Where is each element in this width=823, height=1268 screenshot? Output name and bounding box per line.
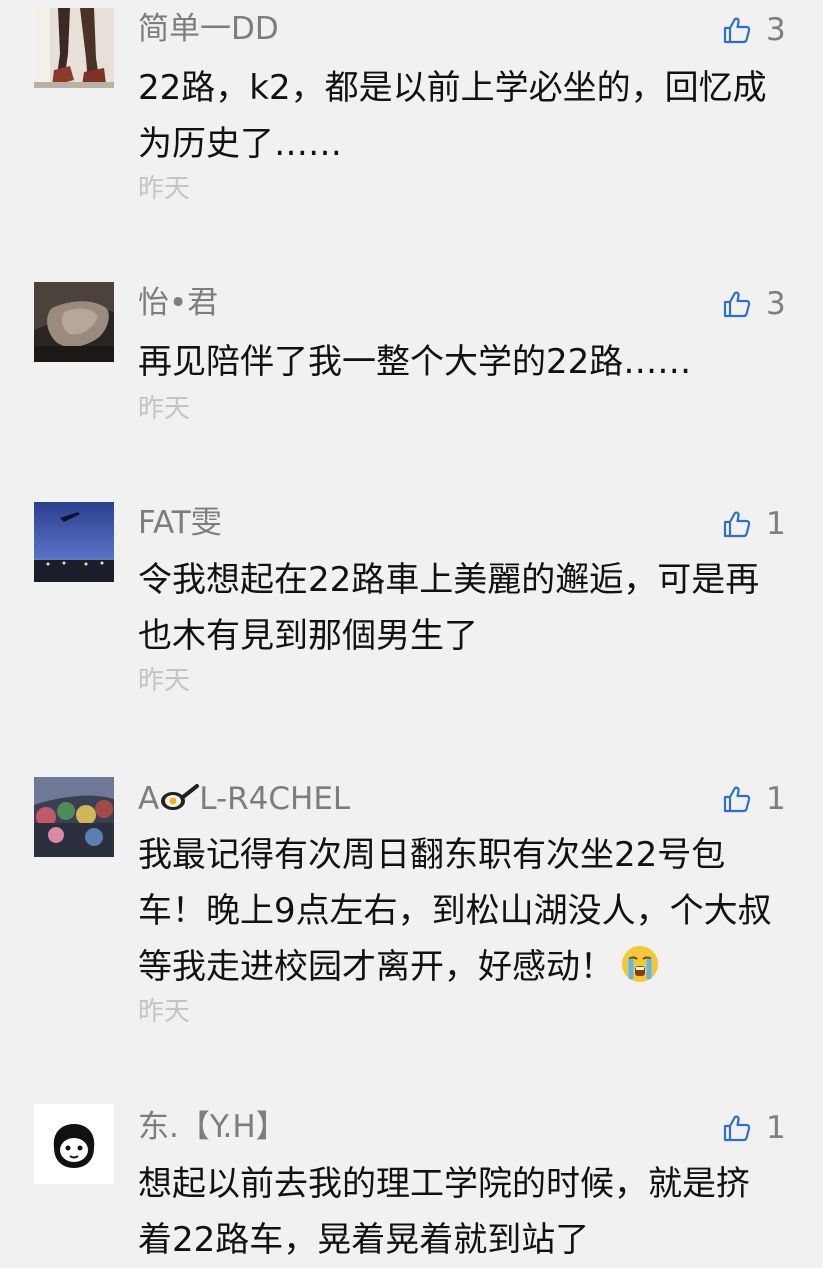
like-count: 3 (766, 285, 786, 322)
user-name-prefix: A (138, 781, 160, 817)
comment-text: 22路，k2，都是以前上学必坐的，回忆成为历史了…… (138, 68, 767, 164)
avatar-photo-sky-icon (34, 502, 114, 582)
frying-pan-egg-icon (161, 784, 200, 810)
avatar-photo-feet-icon (34, 8, 114, 88)
thumbs-up-icon (723, 511, 751, 538)
comment-time: 昨天 (138, 174, 191, 204)
like-count: 1 (766, 780, 786, 817)
like-button[interactable]: 1 (722, 779, 802, 819)
like-button[interactable]: 3 (722, 10, 802, 50)
comment-item[interactable]: FAT雯 1 令我想起在22路車上美麗的邂逅，可是再也木有見到那個男生了 昨天 (0, 490, 823, 765)
comment-item[interactable]: 东.【Y.H】 1 想起以前去我的理工学院的时候，就是挤着22路车，晃着晃着就到… (0, 1090, 823, 1260)
user-name[interactable]: 怡•君 (138, 288, 218, 319)
user-name-suffix: L-R4CHEL (199, 781, 351, 817)
like-count: 1 (766, 1109, 786, 1146)
comment-text: 我最记得有次周日翻东职有次坐22号包车！晚上9点左右，到松山湖没人，个大叔等我走… (138, 827, 778, 995)
user-name[interactable]: A L-R4CHEL (138, 783, 350, 815)
crying-face-icon (622, 946, 658, 982)
comment-time: 昨天 (138, 666, 191, 696)
thumbs-up-icon (723, 1115, 751, 1142)
user-avatar[interactable] (34, 502, 114, 582)
comment-item[interactable]: 简单一DD 3 22路，k2，都是以前上学必坐的，回忆成为历史了…… 昨天 (0, 0, 823, 270)
user-name[interactable]: 简单一DD (138, 14, 279, 45)
comment-text: 令我想起在22路車上美麗的邂逅，可是再也木有見到那個男生了 (138, 560, 760, 656)
comment-text: 想起以前去我的理工学院的时候，就是挤着22路车，晃着晃着就到站了 (138, 1164, 750, 1260)
like-count: 1 (766, 505, 786, 542)
comment-text-content: 我最记得有次周日翻东职有次坐22号包车！晚上9点左右，到松山湖没人，个大叔等我走… (138, 835, 772, 987)
user-name[interactable]: 东.【Y.H】 (138, 1112, 287, 1143)
like-button[interactable]: 1 (722, 1108, 802, 1148)
user-avatar[interactable] (34, 282, 114, 362)
user-avatar[interactable] (34, 8, 114, 88)
comment-time: 昨天 (138, 997, 191, 1027)
like-button[interactable]: 1 (722, 504, 802, 544)
comment-time: 昨天 (138, 394, 191, 424)
thumbs-up-icon (723, 291, 751, 318)
like-count: 3 (766, 11, 786, 48)
avatar-cartoon-face-icon (34, 1104, 114, 1184)
comment-item[interactable]: 怡•君 3 再见陪伴了我一整个大学的22路…… 昨天 (0, 270, 823, 490)
comment-item[interactable]: A L-R4CHEL 1 我最记得有次周日翻东职有次坐22号包车！晚上9点左右，到… (0, 765, 823, 1090)
thumbs-up-icon (723, 17, 751, 44)
thumbs-up-icon (723, 786, 751, 813)
avatar-photo-crowd-icon (34, 777, 114, 857)
user-name[interactable]: FAT雯 (138, 508, 222, 539)
user-avatar[interactable] (34, 1104, 114, 1184)
like-button[interactable]: 3 (722, 284, 802, 324)
avatar-photo-arm-icon (34, 282, 114, 362)
comment-text: 再见陪伴了我一整个大学的22路…… (138, 342, 692, 382)
user-avatar[interactable] (34, 777, 114, 857)
